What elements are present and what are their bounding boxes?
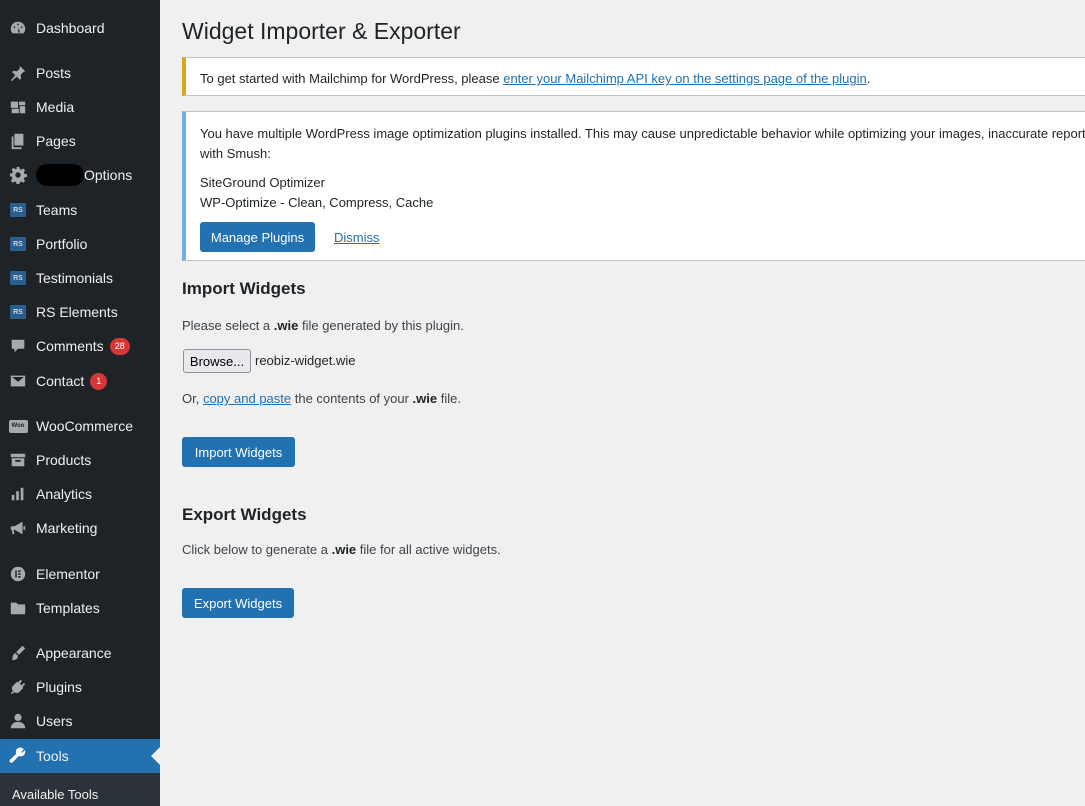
sidebar-item-label: Plugins (36, 679, 82, 695)
sidebar-item-label: Posts (36, 65, 72, 81)
copy-paste-link[interactable]: copy and paste (203, 391, 291, 406)
sidebar-item-label: Portfolio (36, 236, 88, 252)
sidebar-item-label: WooCommerce (36, 418, 133, 434)
tools-submenu: Available Tools (0, 773, 160, 806)
woo-icon: Woo (8, 416, 28, 436)
submenu-item-available-tools[interactable]: Available Tools (12, 787, 98, 802)
sidebar-item-woocommerce[interactable]: Woo WooCommerce (0, 409, 160, 443)
sidebar-item-label: Marketing (36, 520, 98, 536)
sidebar-item-label: Options (84, 167, 133, 183)
pin-icon (8, 63, 28, 83)
dismiss-link[interactable]: Dismiss (334, 230, 380, 245)
sidebar-item-label: Pages (36, 133, 76, 149)
selected-filename: reobiz-widget.wie (255, 353, 356, 368)
sidebar-item-label: Products (36, 452, 92, 468)
contact-count-badge: 1 (90, 372, 108, 390)
sidebar-item-plugins[interactable]: Plugins (0, 670, 160, 704)
pages-icon (8, 131, 28, 151)
rs-icon: RS (8, 268, 28, 288)
page-title: Widget Importer & Exporter (182, 18, 461, 44)
elementor-icon (8, 564, 28, 584)
sidebar-item-rs-elements[interactable]: RS RS Elements (0, 295, 160, 329)
sidebar-item-portfolio[interactable]: RS Portfolio (0, 227, 160, 261)
rs-icon: RS (8, 302, 28, 322)
gear-icon (8, 165, 28, 185)
sidebar-item-tools[interactable]: Tools (0, 739, 160, 773)
browse-file-button[interactable]: Browse... (183, 349, 251, 373)
sidebar-item-comments[interactable]: Comments 28 (0, 329, 160, 363)
smush-notice: You have multiple WordPress image optimi… (182, 111, 1085, 261)
sidebar-item-testimonials[interactable]: RS Testimonials (0, 261, 160, 295)
sidebar-item-users[interactable]: Users (0, 704, 160, 738)
plugin-name: SiteGround Optimizer (200, 175, 325, 190)
sidebar-item-label: Users (36, 713, 73, 729)
admin-sidebar: Dashboard Posts Media Pages Options RS T… (0, 0, 160, 806)
sidebar-item-label: Tools (36, 748, 69, 764)
sidebar-item-products[interactable]: Products (0, 443, 160, 477)
sidebar-item-label: Analytics (36, 486, 93, 502)
sidebar-item-templates[interactable]: Templates (0, 591, 160, 625)
sidebar-item-pages[interactable]: Pages (0, 124, 160, 158)
comment-icon (8, 336, 28, 356)
bar-chart-icon (8, 484, 28, 504)
sidebar-item-appearance[interactable]: Appearance (0, 636, 160, 670)
sidebar-item-label: Comments (36, 338, 104, 354)
sidebar-item-media[interactable]: Media (0, 90, 160, 124)
wrench-icon (8, 746, 28, 766)
notice-text: You have multiple WordPress image optimi… (200, 126, 1085, 141)
mailchimp-settings-link[interactable]: enter your Mailchimp API key on the sett… (503, 71, 867, 86)
notice-text: To get started with Mailchimp for WordPr… (200, 71, 504, 86)
sidebar-item-teams[interactable]: RS Teams (0, 193, 160, 227)
plugin-name: WP-Optimize - Clean, Compress, Cache (200, 195, 434, 210)
import-heading: Import Widgets (182, 279, 306, 298)
sidebar-item-analytics[interactable]: Analytics (0, 477, 160, 511)
plug-icon (8, 677, 28, 697)
sidebar-item-label: Media (36, 99, 75, 115)
import-alternative: Or, copy and paste the contents of your … (182, 391, 461, 406)
folder-icon (8, 598, 28, 618)
sidebar-item-label: Elementor (36, 566, 100, 582)
sidebar-item-options[interactable]: Options (0, 158, 160, 192)
rs-icon: RS (8, 234, 28, 254)
sidebar-item-posts[interactable]: Posts (0, 56, 160, 90)
mailchimp-notice: To get started with Mailchimp for WordPr… (182, 57, 1085, 96)
sidebar-item-dashboard[interactable]: Dashboard (0, 11, 160, 45)
sidebar-item-elementor[interactable]: Elementor (0, 557, 160, 591)
sidebar-item-label: Contact (36, 373, 85, 389)
dashboard-icon (8, 18, 28, 38)
export-widgets-button[interactable]: Export Widgets (182, 588, 294, 618)
export-heading: Export Widgets (182, 505, 307, 524)
main-content: Widget Importer & Exporter To get starte… (160, 0, 1085, 806)
sidebar-item-label: Appearance (36, 645, 112, 661)
comments-count-badge: 28 (109, 337, 130, 355)
import-instruction: Please select a .wie file generated by t… (182, 318, 464, 333)
megaphone-icon (8, 518, 28, 538)
brush-icon (8, 643, 28, 663)
sidebar-item-label: Teams (36, 202, 78, 218)
redacted-label (36, 164, 84, 186)
notice-text: with Smush: (200, 146, 271, 161)
rs-icon: RS (8, 200, 28, 220)
sidebar-item-marketing[interactable]: Marketing (0, 511, 160, 545)
sidebar-item-label: Templates (36, 600, 100, 616)
manage-plugins-button[interactable]: Manage Plugins (200, 222, 315, 252)
import-widgets-button[interactable]: Import Widgets (182, 437, 295, 467)
archive-icon (8, 450, 28, 470)
export-instruction: Click below to generate a .wie file for … (182, 542, 501, 557)
sidebar-item-label: RS Elements (36, 304, 118, 320)
sidebar-item-label: Testimonials (36, 270, 114, 286)
sidebar-item-label: Dashboard (36, 20, 105, 36)
sidebar-item-contact[interactable]: Contact 1 (0, 364, 160, 398)
mail-icon (8, 371, 28, 391)
media-icon (8, 97, 28, 117)
user-icon (8, 711, 28, 731)
